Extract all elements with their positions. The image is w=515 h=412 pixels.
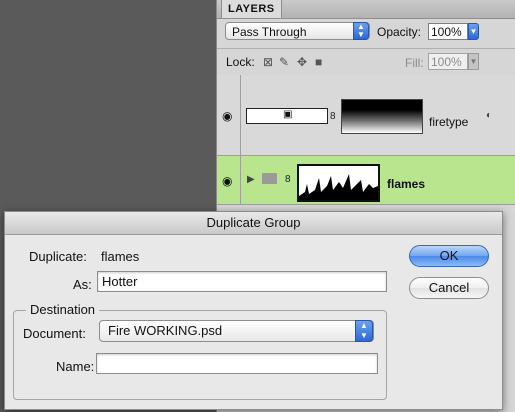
as-name-field[interactable]: Hotter (97, 271, 387, 292)
duplicate-value: flames (101, 249, 140, 264)
lock-transparency-icon[interactable]: ⊠ (263, 55, 273, 69)
expand-triangle-icon[interactable]: ▶ (247, 174, 255, 185)
name-label: Name: (56, 359, 95, 374)
layers-tab-bar: LAYERS (217, 0, 515, 19)
dialog-title[interactable]: Duplicate Group (5, 212, 502, 235)
folder-icon (262, 173, 277, 184)
document-label: Document: (23, 326, 86, 341)
duplicate-group-dialog: Duplicate Group Duplicate: flames As: Ho… (4, 211, 503, 410)
opacity-dropdown-button[interactable]: ▼ (468, 23, 479, 40)
name-field[interactable] (96, 353, 378, 374)
chain-link-icon[interactable]: 8 (285, 174, 291, 185)
blend-mode-select[interactable]: Pass Through ▲ ▼ (225, 22, 370, 40)
cancel-button[interactable]: Cancel (409, 277, 489, 299)
lock-paint-brush-icon[interactable]: ✎ (279, 55, 289, 69)
chain-link-icon[interactable]: 8 (330, 111, 336, 122)
visibility-cell[interactable]: ◉ (217, 156, 241, 204)
document-select-value: Fire WORKING.psd (108, 323, 223, 338)
layers-tab[interactable]: LAYERS (221, 0, 282, 18)
layer-name[interactable]: firetype (429, 115, 468, 129)
visibility-cell[interactable]: ◉ (217, 75, 241, 155)
document-select[interactable]: Fire WORKING.psd ▲ ▼ (99, 320, 374, 342)
blend-mode-stepper-icon: ▲ ▼ (353, 22, 369, 40)
fill-input[interactable]: 100% (428, 53, 468, 70)
blend-mode-value: Pass Through (232, 25, 307, 39)
layer-row-flames[interactable]: ◉ ▶ 8 flames (217, 156, 515, 205)
ok-button[interactable]: OK (409, 245, 489, 267)
layer-name[interactable]: flames (387, 177, 425, 191)
group-mask-thumbnail[interactable] (297, 164, 380, 202)
duplicate-label: Duplicate: (29, 249, 87, 264)
as-label: As: (73, 277, 92, 292)
destination-label: Destination (26, 302, 100, 317)
document-stepper-icon: ▲ ▼ (355, 320, 373, 342)
layer-row-firetype[interactable]: ◉ ▣ 8 firetype ◐ (217, 75, 515, 156)
fill-dropdown-button[interactable]: ▼ (468, 53, 479, 70)
layer-effects-icon[interactable]: ◐ (486, 110, 492, 121)
opacity-label: Opacity: (377, 25, 422, 39)
lock-move-icon[interactable]: ✥ (297, 55, 307, 69)
smart-object-icon: ▣ (283, 109, 293, 120)
layer-mask-thumbnail[interactable] (341, 99, 423, 134)
layer-thumbnail[interactable]: ▣ (246, 108, 328, 124)
lock-row: Lock: ⊠ ✎ ✥ ■ Fill: 100% ▼ (217, 48, 515, 76)
eye-icon[interactable]: ◉ (222, 109, 232, 123)
lock-all-icon[interactable]: ■ (315, 55, 322, 69)
flames-silhouette-icon (299, 174, 378, 200)
opacity-input[interactable]: 100% (428, 23, 468, 40)
fill-label: Fill: (405, 56, 424, 70)
lock-label: Lock: (226, 55, 255, 69)
eye-icon[interactable]: ◉ (222, 174, 232, 188)
